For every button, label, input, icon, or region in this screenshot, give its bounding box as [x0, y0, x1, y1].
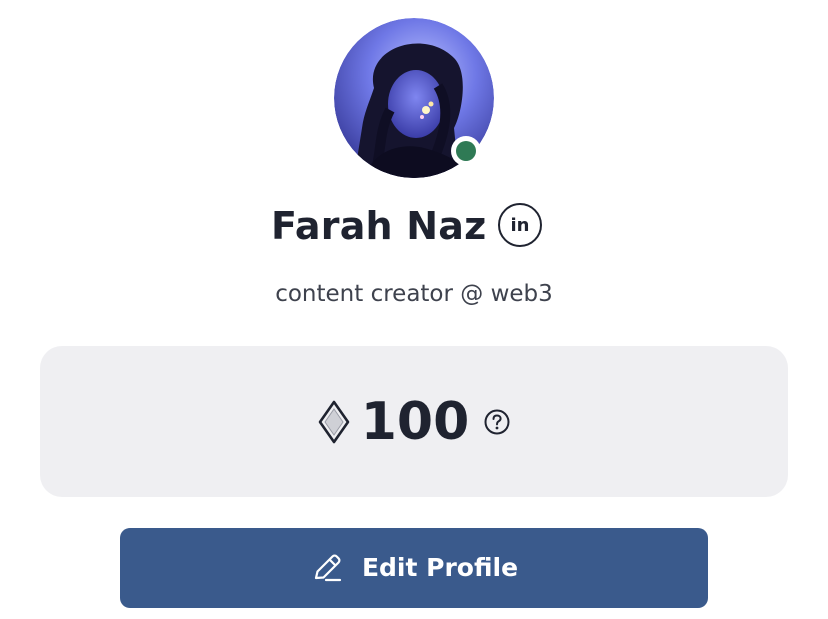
points-row: 100	[40, 346, 788, 497]
edit-profile-button[interactable]: Edit Profile	[120, 528, 708, 608]
diamond-gem-icon	[318, 400, 350, 443]
points-value: 100	[360, 391, 470, 452]
linkedin-icon: in	[510, 214, 530, 236]
edit-profile-label: Edit Profile	[361, 553, 519, 582]
points-card: 100	[40, 346, 788, 497]
online-status-indicator	[451, 136, 481, 166]
question-circle-icon[interactable]	[483, 408, 511, 436]
pencil-icon	[314, 554, 342, 582]
linkedin-button[interactable]: in	[498, 203, 542, 247]
name-row: Farah Naz in	[0, 196, 828, 256]
avatar-container	[334, 18, 494, 178]
profile-name: Farah Naz	[271, 204, 487, 248]
profile-card: Farah Naz in content creator @ web3 100	[0, 0, 828, 619]
online-dot	[456, 141, 476, 161]
profile-tagline: content creator @ web3	[275, 281, 553, 307]
